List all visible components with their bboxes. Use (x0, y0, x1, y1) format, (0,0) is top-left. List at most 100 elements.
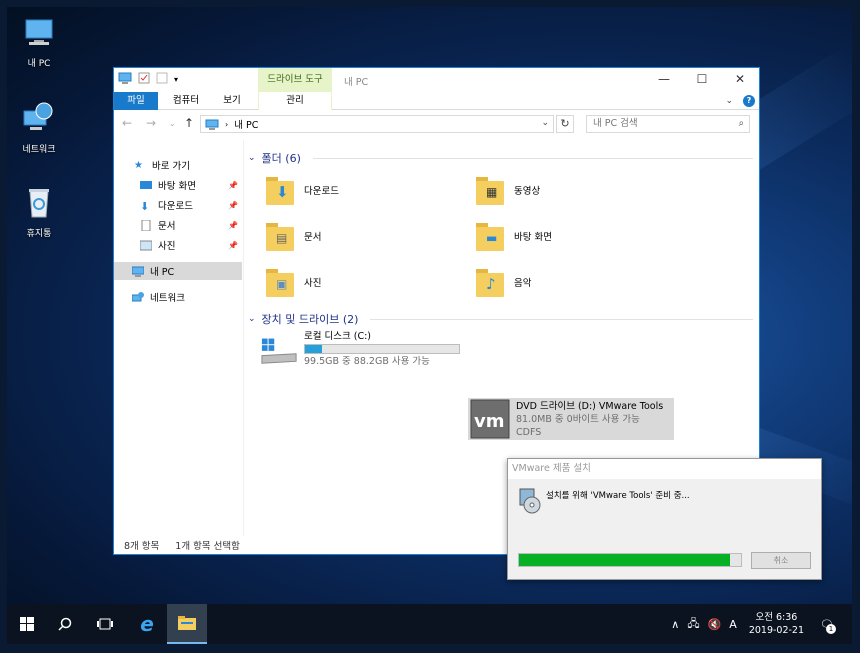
pictures-folder-icon: ▣ (266, 267, 296, 297)
task-view-icon (97, 618, 113, 630)
file-explorer-button[interactable] (167, 604, 207, 644)
clock[interactable]: 오전 6:36 2019-02-21 (749, 611, 804, 637)
network-icon (132, 291, 144, 301)
expand-ribbon-icon[interactable]: ⌄ (725, 96, 733, 106)
network-status-icon[interactable]: 🖧 (687, 615, 699, 634)
pin-icon[interactable]: 📌 (228, 201, 238, 210)
nav-label: 바탕 화면 (158, 181, 196, 192)
input-method-indicator[interactable]: A (729, 618, 737, 631)
network-icon (23, 102, 53, 130)
recent-locations-icon[interactable]: ⌄ (169, 119, 176, 128)
search-button[interactable] (45, 604, 85, 644)
close-icon[interactable]: ✕ (721, 68, 759, 92)
download-arrow-icon: ⬇ (140, 199, 150, 213)
folder-label: 다운로드 (304, 186, 339, 197)
nav-item-quick-access[interactable]: ★ 바로 가기 (114, 156, 242, 174)
system-tray: ∧ 🖧 🔇 A 오전 6:36 2019-02-21 🗨 1 (667, 604, 852, 644)
windows-logo-icon (20, 617, 34, 631)
desktop-icon-recycle-bin[interactable]: 휴지통 (7, 185, 71, 239)
documents-folder-icon: ▤ (266, 221, 296, 251)
internet-explorer-button[interactable]: e (127, 604, 167, 644)
nav-item-this-pc[interactable]: 내 PC (114, 262, 242, 280)
drive-usage-bar (304, 344, 460, 354)
nav-item-network[interactable]: 네트워크 (114, 288, 242, 306)
new-folder-icon[interactable] (156, 72, 168, 87)
search-icon[interactable]: ⌕ (739, 116, 744, 132)
dialog-message: 설치를 위해 'VMware Tools' 준비 중... (546, 491, 690, 501)
drive-d[interactable]: vm DVD 드라이브 (D:) VMware Tools 81.0MB 중 0… (468, 398, 674, 440)
action-center-button[interactable]: 🗨 1 (816, 618, 838, 634)
tab-manage[interactable]: 관리 (258, 92, 332, 110)
address-bar[interactable]: › 내 PC ⌄ (200, 115, 554, 133)
search-icon (58, 617, 72, 631)
minimize-icon[interactable]: — (645, 68, 683, 92)
tab-file[interactable]: 파일 (114, 92, 158, 110)
folder-label: 동영상 (514, 186, 541, 197)
desktop-folder-icon: ▬ (476, 221, 506, 251)
title-bar: ▾ 드라이브 도구 내 PC — ☐ ✕ (114, 68, 759, 92)
drive-space: 99.5GB 중 88.2GB 사용 가능 (304, 356, 430, 367)
collapse-chevron-icon[interactable]: ⌄ (248, 153, 256, 163)
qat-dropdown-icon[interactable]: ▾ (174, 75, 178, 84)
refresh-button[interactable]: ↻ (556, 115, 574, 133)
desktop-icon-label: 내 PC (27, 59, 51, 69)
group-header-folders[interactable]: ⌄ 폴더 (6) (248, 150, 753, 166)
show-hidden-icons-icon[interactable]: ∧ (671, 618, 679, 631)
pin-icon[interactable]: 📌 (228, 181, 238, 190)
drive-c[interactable]: 로컬 디스크 (C:) 99.5GB 중 88.2GB 사용 가능 (260, 328, 460, 370)
dialog-title: VMware 제품 설치 (508, 459, 821, 479)
folder-desktop[interactable]: ▬ 바탕 화면 (476, 216, 676, 256)
address-dropdown-icon[interactable]: ⌄ (541, 118, 549, 128)
file-explorer-icon (178, 616, 196, 630)
address-row: ← → ⌄ ↑ › 내 PC ⌄ ↻ 내 PC 검색 ⌕ (114, 110, 759, 138)
start-button[interactable] (7, 604, 47, 644)
pin-icon[interactable]: 📌 (228, 221, 238, 230)
divider (312, 157, 753, 159)
tab-computer[interactable]: 컴퓨터 (166, 92, 206, 110)
folder-videos[interactable]: ▦ 동영상 (476, 170, 676, 210)
folder-pictures[interactable]: ▣ 사진 (266, 262, 466, 302)
install-progress-fill (519, 554, 730, 566)
help-icon[interactable]: ? (743, 95, 755, 107)
drive-filesystem: CDFS (516, 426, 542, 438)
install-progress-bar (518, 553, 742, 567)
computer-icon (205, 119, 219, 130)
ribbon-tabs: 파일 컴퓨터 보기 관리 ⌄ ? (114, 92, 759, 110)
desktop-icon-network[interactable]: 네트워크 (7, 101, 71, 155)
forward-arrow-icon[interactable]: → (146, 116, 156, 130)
breadcrumb-this-pc[interactable]: 내 PC (234, 117, 258, 131)
nav-item-documents[interactable]: 문서 📌 (114, 216, 242, 234)
desktop-icon (140, 180, 152, 189)
context-tab-drive-tools: 드라이브 도구 (258, 68, 332, 92)
folder-label: 문서 (304, 232, 322, 243)
taskbar: e ∧ 🖧 🔇 A 오전 6:36 2019-02-21 🗨 1 (7, 604, 852, 644)
desktop-icon-label: 네트워크 (22, 145, 56, 155)
group-header-drives[interactable]: ⌄ 장치 및 드라이브 (2) (248, 311, 753, 327)
breadcrumb-separator-icon[interactable]: › (225, 120, 228, 129)
back-arrow-icon[interactable]: ← (122, 116, 132, 130)
collapse-chevron-icon[interactable]: ⌄ (248, 314, 256, 324)
status-selected-count: 1개 항목 선택함 (175, 541, 240, 552)
nav-item-downloads[interactable]: ⬇ 다운로드 📌 (114, 196, 242, 214)
desktop-icon-this-pc[interactable]: 내 PC (7, 15, 71, 69)
tab-view[interactable]: 보기 (214, 92, 250, 110)
folder-music[interactable]: ♪ 음악 (476, 262, 676, 302)
nav-label: 바로 가기 (152, 161, 190, 172)
cancel-button[interactable]: 취소 (751, 552, 811, 569)
up-arrow-icon[interactable]: ↑ (184, 116, 194, 130)
vmware-install-dialog: VMware 제품 설치 설치를 위해 'VMware Tools' 준비 중.… (507, 458, 822, 580)
divider (370, 318, 753, 320)
maximize-icon[interactable]: ☐ (683, 68, 721, 92)
drive-space: 81.0MB 중 0바이트 사용 가능 (516, 413, 640, 425)
properties-icon[interactable] (138, 72, 150, 87)
music-folder-icon: ♪ (476, 267, 506, 297)
pin-icon[interactable]: 📌 (228, 241, 238, 250)
folder-downloads[interactable]: ⬇ 다운로드 (266, 170, 466, 210)
nav-item-pictures[interactable]: 사진 📌 (114, 236, 242, 254)
drive-name: 로컬 디스크 (C:) (304, 331, 371, 342)
folder-documents[interactable]: ▤ 문서 (266, 216, 466, 256)
search-input[interactable]: 내 PC 검색 ⌕ (586, 115, 750, 133)
nav-item-desktop[interactable]: 바탕 화면 📌 (114, 176, 242, 194)
task-view-button[interactable] (85, 604, 125, 644)
volume-muted-icon[interactable]: 🔇 (708, 618, 722, 631)
